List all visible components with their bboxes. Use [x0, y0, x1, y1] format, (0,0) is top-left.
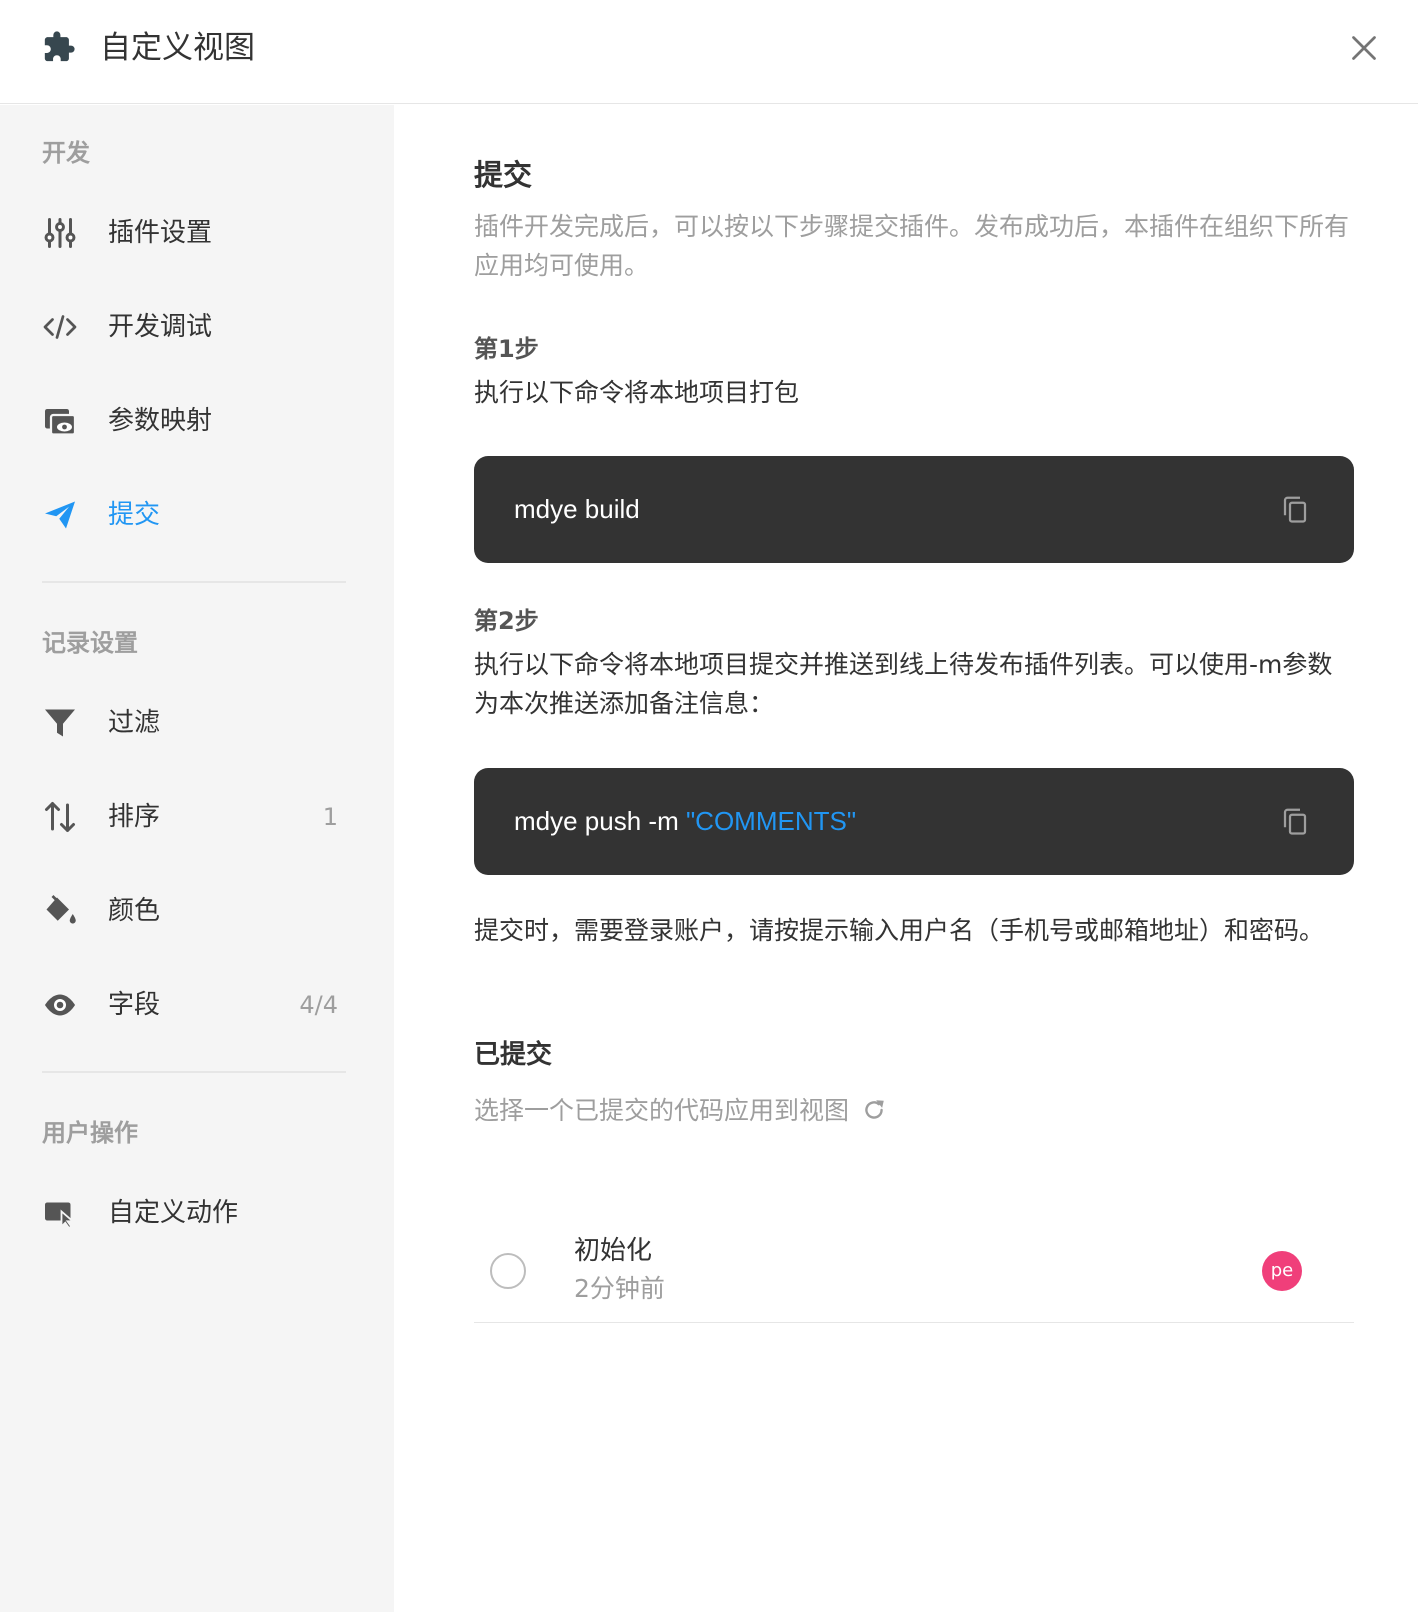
- step2-command: mdye push -m "COMMENTS": [514, 806, 857, 836]
- copy-icon[interactable]: [1280, 494, 1310, 524]
- sidebar-item-label: 开发调试: [108, 312, 213, 342]
- sidebar-item-label: 过滤: [108, 708, 161, 738]
- refresh-icon[interactable]: [861, 1097, 887, 1123]
- step1-title: 第1步: [474, 335, 539, 363]
- code-icon: [43, 315, 77, 339]
- divider: [42, 581, 346, 583]
- commit-time: 2分钟前: [574, 1274, 665, 1303]
- command-argument: "COMMENTS": [685, 806, 857, 836]
- sidebar-item-param-mapping[interactable]: 参数映射: [0, 389, 394, 453]
- param-mapping-icon: [45, 409, 77, 436]
- sidebar: 开发 插件设置 开发调试 参数映射 提交 记录设置 过滤 排序 1 颜色 字段 …: [0, 105, 394, 1612]
- sidebar-item-filter[interactable]: 过滤: [0, 691, 394, 755]
- submitted-title: 已提交: [474, 1040, 553, 1070]
- sidebar-item-label: 排序: [108, 802, 161, 832]
- login-note: 提交时，需要登录账户，请按提示输入用户名（手机号或邮箱地址）和密码。: [474, 916, 1325, 945]
- sidebar-item-color[interactable]: 颜色: [0, 879, 394, 943]
- commit-name: 初始化: [574, 1236, 653, 1266]
- send-icon: [45, 501, 75, 529]
- sidebar-item-label: 提交: [108, 500, 161, 530]
- fields-count: 4/4: [299, 991, 338, 1019]
- sidebar-item-submit[interactable]: 提交: [0, 483, 394, 547]
- copy-icon[interactable]: [1280, 806, 1310, 836]
- page-description: 插件开发完成后，可以按以下步骤提交插件。发布成功后，本插件在组织下所有应用均可使…: [474, 212, 1350, 280]
- sort-icon: [45, 802, 75, 832]
- sidebar-item-sort[interactable]: 排序 1: [0, 785, 394, 849]
- page-title: 提交: [474, 158, 533, 192]
- divider: [42, 1071, 346, 1073]
- sidebar-item-label: 参数映射: [108, 406, 213, 436]
- custom-action-icon: [45, 1202, 76, 1230]
- section-title-user-actions: 用户操作: [42, 1119, 138, 1147]
- header: 自定义视图: [0, 0, 1418, 104]
- sliders-icon: [44, 218, 76, 248]
- sidebar-item-label: 颜色: [108, 896, 161, 926]
- submitted-subtitle: 选择一个已提交的代码应用到视图: [474, 1091, 1354, 1130]
- avatar: pe: [1262, 1251, 1302, 1291]
- step2-code-block: mdye push -m "COMMENTS": [474, 768, 1354, 875]
- sidebar-item-label: 自定义动作: [108, 1198, 239, 1228]
- section-title-develop: 开发: [42, 139, 90, 167]
- main-content: 提交 插件开发完成后，可以按以下步骤提交插件。发布成功后，本插件在组织下所有应用…: [394, 105, 1418, 1612]
- step2-text: 执行以下命令将本地项目提交并推送到线上待发布插件列表。可以使用-m参数为本次推送…: [474, 650, 1333, 718]
- filter-icon: [45, 709, 75, 737]
- sidebar-item-label: 插件设置: [108, 218, 213, 248]
- sort-count: 1: [322, 803, 338, 831]
- sidebar-item-custom-action[interactable]: 自定义动作: [0, 1181, 394, 1245]
- step1-command: mdye build: [514, 494, 640, 524]
- dialog-title: 自定义视图: [100, 30, 255, 66]
- sidebar-item-plugin-settings[interactable]: 插件设置: [0, 201, 394, 265]
- step1-code-block: mdye build: [474, 456, 1354, 563]
- eye-icon: [45, 994, 75, 1016]
- step2-title: 第2步: [474, 607, 539, 635]
- sidebar-item-fields[interactable]: 字段 4/4: [0, 973, 394, 1037]
- commit-radio[interactable]: [490, 1253, 526, 1289]
- sidebar-item-label: 字段: [108, 990, 161, 1020]
- step1-text: 执行以下命令将本地项目打包: [474, 378, 800, 407]
- paint-bucket-icon: [46, 895, 76, 924]
- section-title-record-settings: 记录设置: [42, 629, 138, 657]
- commit-list-item[interactable]: 初始化 2分钟前 pe: [474, 1219, 1354, 1323]
- close-icon[interactable]: [1346, 30, 1382, 66]
- puzzle-icon: [44, 31, 75, 62]
- sidebar-item-dev-debug[interactable]: 开发调试: [0, 295, 394, 359]
